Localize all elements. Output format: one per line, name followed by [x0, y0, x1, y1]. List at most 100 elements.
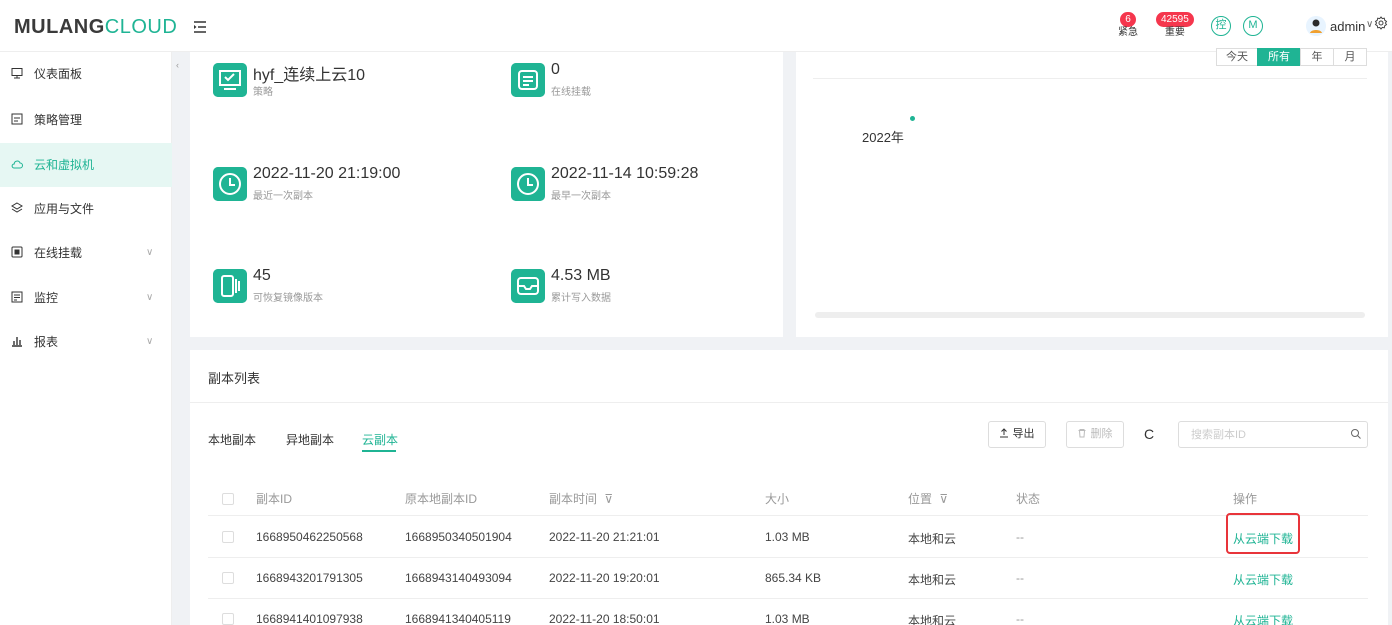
row-checkbox[interactable]: [222, 613, 234, 625]
column-header-status: 状态: [1016, 492, 1041, 506]
delete-label: 删除: [1090, 428, 1113, 440]
chart-scrollbar[interactable]: [815, 312, 1365, 318]
sidebar-item-reports[interactable]: 报表 ∨: [0, 320, 172, 364]
delete-button[interactable]: 删除: [1066, 421, 1124, 448]
row-separator: [208, 557, 1368, 558]
stat-value: 2022-11-20 21:19:00: [253, 165, 401, 182]
versions-icon: [213, 269, 247, 303]
chart-area: [813, 78, 1367, 318]
export-label: 导出: [1012, 428, 1035, 440]
cell-location: 本地和云: [908, 532, 957, 546]
cell-status: --: [1016, 612, 1024, 625]
alert-urgent-label: 紧急: [1118, 27, 1138, 38]
alert-urgent[interactable]: 6 紧急: [1118, 12, 1138, 39]
sidebar-item-label: 监控: [34, 291, 59, 305]
cell-location: 本地和云: [908, 573, 957, 587]
highlight-box: [1226, 513, 1300, 554]
cell-orig-id: 1668941340405119: [405, 612, 511, 625]
row-checkbox[interactable]: [222, 531, 234, 543]
chart-point[interactable]: [910, 116, 915, 121]
range-today-button[interactable]: 今天: [1216, 48, 1258, 66]
tab-local-replica[interactable]: 本地副本: [208, 431, 256, 448]
control-icon[interactable]: 控: [1211, 16, 1231, 36]
cell-size: 865.34 KB: [765, 571, 822, 585]
section-title: 副本列表: [208, 371, 261, 386]
search-icon[interactable]: [1350, 428, 1362, 440]
sidebar-item-label: 云和虚拟机: [34, 158, 95, 172]
stat-label: 最近一次副本: [253, 191, 313, 202]
clock-icon: [511, 167, 545, 201]
stat-value: 0: [551, 61, 560, 78]
trash-icon: [1078, 429, 1086, 438]
sidebar-item-label: 在线挂载: [34, 246, 83, 260]
stat-label: 累计写入数据: [551, 293, 611, 304]
column-header-location-label: 位置: [908, 492, 933, 506]
column-header-time-label: 副本时间: [549, 492, 598, 506]
sidebar-item-monitoring[interactable]: 监控 ∨: [0, 276, 172, 320]
sidebar-collapse-handle[interactable]: ‹: [176, 60, 179, 70]
brand-logo[interactable]: MULANGCLOUD: [14, 16, 177, 39]
search-input[interactable]: [1178, 421, 1368, 448]
sidebar-item-dashboard[interactable]: 仪表面板: [0, 52, 172, 96]
sidebar: 仪表面板 策略管理 云和虚拟机 应用与文件 在线挂载 ∨ 监控 ∨ 报表 ∨: [0, 52, 172, 625]
user-name[interactable]: admin: [1330, 19, 1365, 34]
menu-collapse-icon[interactable]: [193, 20, 207, 34]
download-from-cloud-link[interactable]: 从云端下载: [1233, 571, 1293, 588]
gear-icon[interactable]: [1374, 16, 1388, 30]
stat-label: 在线挂载: [551, 87, 591, 98]
column-header-time[interactable]: 副本时间 ⊽: [549, 490, 613, 507]
sidebar-item-cloud-vm[interactable]: 云和虚拟机: [0, 143, 172, 187]
list-icon: [511, 63, 545, 97]
export-button[interactable]: 导出: [988, 421, 1046, 448]
stat-value: 4.53 MB: [551, 267, 611, 284]
select-all-checkbox[interactable]: [222, 493, 234, 505]
m-icon[interactable]: M: [1243, 16, 1263, 36]
mount-icon: [11, 246, 23, 258]
sidebar-item-online-mount[interactable]: 在线挂载 ∨: [0, 231, 172, 275]
cell-size: 1.03 MB: [765, 612, 810, 625]
alert-important-count: 42595: [1156, 12, 1194, 27]
tab-cloud-replica[interactable]: 云副本: [362, 431, 398, 448]
range-all-button[interactable]: 所有: [1257, 48, 1301, 66]
alert-important[interactable]: 42595 重要: [1156, 12, 1194, 39]
stat-value: hyf_连续上云10: [253, 67, 366, 84]
range-month-button[interactable]: 月: [1333, 48, 1367, 66]
chevron-down-icon: ∨: [146, 336, 154, 347]
inbox-icon: [511, 269, 545, 303]
cell-orig-id: 1668950340501904: [405, 530, 512, 544]
brand-logo-part2: CLOUD: [104, 16, 178, 38]
tab-active-indicator: [362, 450, 396, 452]
bar-chart-icon: [12, 337, 22, 347]
stat-label: 策略: [253, 87, 273, 98]
stat-label: 最早一次副本: [551, 191, 611, 202]
cell-orig-id: 1668943140493094: [405, 571, 512, 585]
cell-status: --: [1016, 530, 1024, 544]
chevron-down-icon[interactable]: ∨: [1366, 19, 1373, 30]
download-from-cloud-link[interactable]: 从云端下载: [1233, 612, 1293, 625]
refresh-icon[interactable]: C: [1144, 426, 1154, 442]
filter-icon[interactable]: ⊽: [604, 492, 613, 506]
cell-time: 2022-11-20 21:21:01: [549, 530, 660, 544]
tab-remote-replica[interactable]: 异地副本: [286, 431, 334, 448]
column-header-location[interactable]: 位置 ⊽: [908, 490, 948, 507]
filter-icon[interactable]: ⊽: [939, 492, 948, 506]
clock-icon: [213, 167, 247, 201]
alert-important-label: 重要: [1164, 27, 1185, 38]
range-year-button[interactable]: 年: [1300, 48, 1334, 66]
policy-icon: [11, 113, 23, 125]
row-checkbox[interactable]: [222, 572, 234, 584]
sidebar-item-label: 仪表面板: [34, 67, 83, 81]
sidebar-item-policy[interactable]: 策略管理: [0, 98, 172, 142]
sidebar-item-apps-files[interactable]: 应用与文件: [0, 187, 172, 231]
column-header-replica-id: 副本ID: [256, 492, 293, 506]
cell-status: --: [1016, 571, 1024, 585]
cell-location: 本地和云: [908, 614, 957, 625]
stat-value: 2022-11-14 10:59:28: [551, 165, 699, 182]
cell-time: 2022-11-20 18:50:01: [549, 612, 660, 625]
row-separator: [208, 515, 1368, 516]
avatar[interactable]: [1306, 16, 1326, 36]
row-separator: [208, 598, 1368, 599]
export-icon: [1000, 428, 1009, 438]
alert-urgent-count: 6: [1120, 12, 1136, 27]
stat-label: 可恢复镜像版本: [253, 293, 323, 304]
